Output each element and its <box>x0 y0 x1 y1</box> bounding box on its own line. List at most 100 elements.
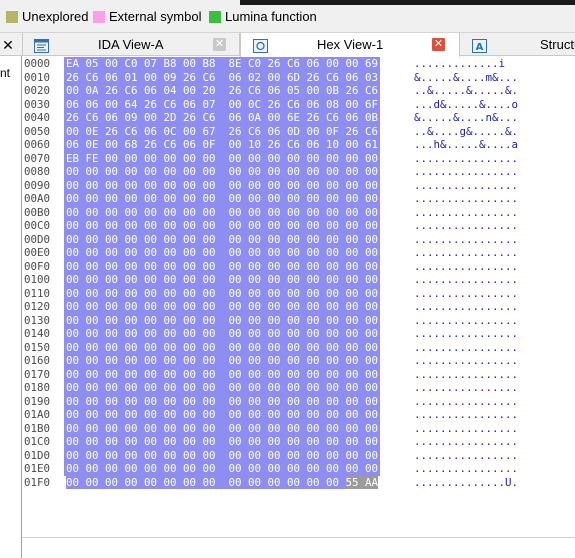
row-hex-bytes[interactable]: EB FE 00 00 00 00 00 00 00 00 00 00 00 0… <box>64 151 381 165</box>
row-hex-bytes[interactable]: 26 C6 06 01 00 09 26 C6 06 02 00 6D 26 C… <box>64 70 381 84</box>
row-hex-bytes[interactable]: 00 00 00 00 00 00 00 00 00 00 00 00 00 0… <box>64 205 381 219</box>
row-hex-bytes[interactable]: 00 00 00 00 00 00 00 00 00 00 00 00 00 0… <box>64 408 381 422</box>
tab-bar: ✕ IDA View-A ✕ Hex View-1 ✕ A Struct <box>0 32 575 57</box>
hex-row[interactable]: 0190 00 00 00 00 00 00 00 00 00 00 00 00 … <box>22 394 575 408</box>
hex-row[interactable]: 01C0 00 00 00 00 00 00 00 00 00 00 00 00 … <box>22 435 575 449</box>
hex-row[interactable]: 0000 EA 05 00 C0 07 B8 00 B8 8E C0 26 C6 … <box>22 57 575 71</box>
hex-row[interactable]: 01A0 00 00 00 00 00 00 00 00 00 00 00 00 … <box>22 408 575 422</box>
row-address: 01D0 <box>24 448 51 462</box>
hex-view-icon <box>253 37 268 53</box>
hex-row[interactable]: 00C0 00 00 00 00 00 00 00 00 00 00 00 00 … <box>22 219 575 233</box>
hex-row[interactable]: 0170 00 00 00 00 00 00 00 00 00 00 00 00 … <box>22 367 575 381</box>
row-hex-bytes[interactable]: 06 0E 00 68 26 C6 06 0F 00 10 26 C6 06 1… <box>64 138 381 152</box>
hex-row[interactable]: 00D0 00 00 00 00 00 00 00 00 00 00 00 00 … <box>22 232 575 246</box>
lumina-function-swatch <box>209 11 221 23</box>
row-hex-bytes[interactable]: 00 00 00 00 00 00 00 00 00 00 00 00 00 0… <box>64 381 381 395</box>
row-ascii: ................ <box>414 367 519 381</box>
hex-row[interactable]: 0050 00 0E 26 C6 06 0C 00 67 26 C6 06 0D … <box>22 124 575 138</box>
row-address: 0010 <box>24 70 51 84</box>
hex-row[interactable]: 0020 00 0A 26 C6 06 04 00 20 26 C6 06 05 … <box>22 84 575 98</box>
hex-row[interactable]: 0040 26 C6 06 09 00 2D 26 C6 06 0A 00 6E … <box>22 111 575 125</box>
row-hex-bytes[interactable]: 00 00 00 00 00 00 00 00 00 00 00 00 00 0… <box>64 435 381 449</box>
row-hex-bytes[interactable]: 00 00 00 00 00 00 00 00 00 00 00 00 00 0… <box>64 178 381 192</box>
row-hex-bytes[interactable]: 00 0A 26 C6 06 04 00 20 26 C6 06 05 00 0… <box>64 84 381 98</box>
hex-row[interactable]: 00A0 00 00 00 00 00 00 00 00 00 00 00 00 … <box>22 192 575 206</box>
row-ascii: .............i <box>414 57 506 70</box>
row-hex-bytes[interactable]: 00 00 00 00 00 00 00 00 00 00 00 00 00 0… <box>64 286 381 300</box>
hex-row[interactable]: 0140 00 00 00 00 00 00 00 00 00 00 00 00 … <box>22 327 575 341</box>
row-hex-bytes[interactable]: 00 00 00 00 00 00 00 00 00 00 00 00 00 0… <box>64 259 381 273</box>
close-tab-icon[interactable]: ✕ <box>432 38 445 51</box>
row-hex-bytes[interactable]: 00 0E 26 C6 06 0C 00 67 26 C6 06 0D 00 0… <box>64 124 381 138</box>
tab-label: IDA View-A <box>98 37 164 52</box>
row-hex-bytes[interactable]: 00 00 00 00 00 00 00 00 00 00 00 00 00 0… <box>64 448 381 462</box>
row-hex-bytes[interactable]: 00 00 00 00 00 00 00 00 00 00 00 00 00 0… <box>64 340 381 354</box>
row-ascii: ................ <box>414 340 519 354</box>
hex-row[interactable]: 0090 00 00 00 00 00 00 00 00 00 00 00 00 … <box>22 178 575 192</box>
hex-row[interactable]: 0010 26 C6 06 01 00 09 26 C6 06 02 00 6D … <box>22 70 575 84</box>
hex-row[interactable]: 00F0 00 00 00 00 00 00 00 00 00 00 00 00 … <box>22 259 575 273</box>
hex-row[interactable]: 01F0 00 00 00 00 00 00 00 00 00 00 00 00 … <box>22 475 575 490</box>
row-hex-bytes[interactable]: 00 00 00 00 00 00 00 00 00 00 00 00 00 0… <box>64 421 381 435</box>
close-tab-icon[interactable]: ✕ <box>213 38 226 51</box>
tab-ida-view-a[interactable]: IDA View-A ✕ <box>23 33 239 56</box>
row-ascii: ................ <box>414 327 519 340</box>
row-hex-bytes[interactable]: 00 00 00 00 00 00 00 00 00 00 00 00 00 0… <box>64 327 381 341</box>
row-ascii: ...d&.....&....o <box>414 97 519 111</box>
row-hex-bytes[interactable]: 26 C6 06 09 00 2D 26 C6 06 0A 00 6E 26 C… <box>64 111 381 125</box>
hex-row[interactable]: 0160 00 00 00 00 00 00 00 00 00 00 00 00 … <box>22 354 575 368</box>
hex-bytes-selected[interactable]: 00 00 00 00 00 00 00 00 00 00 00 00 00 0… <box>66 475 340 489</box>
left-panel: nt <box>0 56 22 558</box>
row-hex-bytes[interactable]: 06 06 00 64 26 C6 06 07 00 0C 26 C6 06 0… <box>64 97 381 111</box>
hex-row[interactable]: 0120 00 00 00 00 00 00 00 00 00 00 00 00 … <box>22 300 575 314</box>
hex-row[interactable]: 0150 00 00 00 00 00 00 00 00 00 00 00 00 … <box>22 340 575 354</box>
hex-row[interactable]: 01D0 00 00 00 00 00 00 00 00 00 00 00 00 … <box>22 448 575 462</box>
row-hex-bytes[interactable]: 00 00 00 00 00 00 00 00 00 00 00 00 00 0… <box>64 367 381 381</box>
row-address: 0110 <box>24 286 51 300</box>
row-ascii: ................ <box>414 408 519 421</box>
row-hex-bytes[interactable]: EA 05 00 C0 07 B8 00 B8 8E C0 26 C6 06 0… <box>64 57 381 71</box>
row-address: 0020 <box>24 84 51 97</box>
row-ascii: ................ <box>414 205 519 219</box>
row-address: 0130 <box>24 313 51 327</box>
hex-row[interactable]: 0030 06 06 00 64 26 C6 06 07 00 0C 26 C6 … <box>22 97 575 111</box>
row-ascii: ................ <box>414 259 519 273</box>
hex-bytes-cursor[interactable]: 55 AA <box>345 475 379 489</box>
left-panel-tab-stub[interactable]: ✕ <box>0 33 22 56</box>
hex-view[interactable]: 0000 EA 05 00 C0 07 B8 00 B8 8E C0 26 C6 … <box>22 56 575 536</box>
hex-row[interactable]: 0080 00 00 00 00 00 00 00 00 00 00 00 00 … <box>22 165 575 179</box>
row-hex-bytes[interactable]: 00 00 00 00 00 00 00 00 00 00 00 00 00 0… <box>64 165 381 179</box>
row-address: 0120 <box>24 300 51 313</box>
row-hex-bytes[interactable]: 00 00 00 00 00 00 00 00 00 00 00 00 00 0… <box>64 394 381 408</box>
row-hex-bytes[interactable]: 00 00 00 00 00 00 00 00 00 00 00 00 00 0… <box>64 313 381 327</box>
title-bar-fragment <box>240 0 575 5</box>
row-hex-bytes[interactable]: 00 00 00 00 00 00 00 00 00 00 00 00 00 0… <box>64 354 381 368</box>
row-hex-bytes[interactable]: 00 00 00 00 00 00 00 00 00 00 00 00 00 0… <box>64 246 381 260</box>
hex-row[interactable]: 0100 00 00 00 00 00 00 00 00 00 00 00 00 … <box>22 273 575 287</box>
row-ascii: ..............U. <box>414 475 519 489</box>
hex-row[interactable]: 01E0 00 00 00 00 00 00 00 00 00 00 00 00 … <box>22 462 575 476</box>
row-hex-bytes[interactable]: 00 00 00 00 00 00 00 00 00 00 00 00 00 0… <box>64 192 381 206</box>
row-hex-bytes[interactable]: 00 00 00 00 00 00 00 00 00 00 00 00 00 0… <box>64 475 380 490</box>
row-hex-bytes[interactable]: 00 00 00 00 00 00 00 00 00 00 00 00 00 0… <box>64 462 381 476</box>
hex-row[interactable]: 0130 00 00 00 00 00 00 00 00 00 00 00 00 … <box>22 313 575 327</box>
row-hex-bytes[interactable]: 00 00 00 00 00 00 00 00 00 00 00 00 00 0… <box>64 219 381 233</box>
hex-row[interactable]: 0110 00 00 00 00 00 00 00 00 00 00 00 00 … <box>22 286 575 300</box>
hex-row[interactable]: 0060 06 0E 00 68 26 C6 06 0F 00 10 26 C6 … <box>22 138 575 152</box>
row-ascii: &.....&....m&... <box>414 70 519 84</box>
tab-hex-view-1[interactable]: Hex View-1 ✕ <box>240 33 460 57</box>
close-icon[interactable]: ✕ <box>0 33 16 57</box>
row-hex-bytes[interactable]: 00 00 00 00 00 00 00 00 00 00 00 00 00 0… <box>64 232 381 246</box>
hex-row[interactable]: 00E0 00 00 00 00 00 00 00 00 00 00 00 00 … <box>22 246 575 260</box>
hex-row[interactable]: 00B0 00 00 00 00 00 00 00 00 00 00 00 00 … <box>22 205 575 219</box>
row-ascii: ................ <box>414 300 519 313</box>
row-address: 00A0 <box>24 192 51 205</box>
row-hex-bytes[interactable]: 00 00 00 00 00 00 00 00 00 00 00 00 00 0… <box>64 300 381 314</box>
hex-row[interactable]: 01B0 00 00 00 00 00 00 00 00 00 00 00 00 … <box>22 421 575 435</box>
tab-structures[interactable]: A Structu <box>461 33 575 56</box>
hex-row[interactable]: 0180 00 00 00 00 00 00 00 00 00 00 00 00 … <box>22 381 575 395</box>
row-hex-bytes[interactable]: 00 00 00 00 00 00 00 00 00 00 00 00 00 0… <box>64 273 381 287</box>
hex-view-bottom-strip <box>22 537 575 558</box>
row-address: 0040 <box>24 111 51 124</box>
hex-row[interactable]: 0070 EB FE 00 00 00 00 00 00 00 00 00 00 … <box>22 151 575 165</box>
